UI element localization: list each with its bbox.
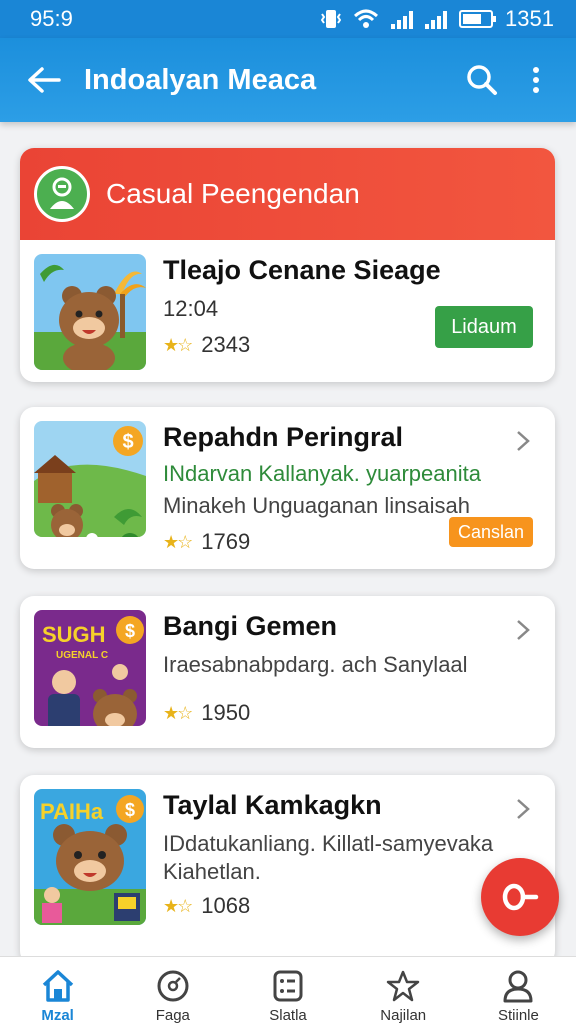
nav-label: Slatla [269, 1007, 307, 1024]
game-title: Tleajo Cenane Sieage [163, 255, 441, 285]
disc-icon [157, 970, 189, 1002]
featured-header: Casual Peengendan [20, 148, 555, 240]
rating-count: 2343 [201, 332, 251, 358]
nav-item-najilan[interactable]: Najilan [346, 957, 461, 1024]
svg-text:$: $ [125, 621, 135, 641]
status-bar: 95:9 1351 [0, 0, 576, 38]
chevron-right-icon[interactable] [511, 429, 535, 453]
nav-label: Najilan [380, 1007, 427, 1024]
star-rating-icon: ★☆ [163, 334, 193, 355]
more-vertical-icon [533, 67, 539, 93]
list-icon [273, 970, 303, 1002]
record-plus-icon [502, 883, 539, 911]
more-options-button[interactable] [516, 60, 556, 100]
vibrate-icon [321, 10, 342, 28]
nav-item-home[interactable]: Mzal [0, 957, 115, 1024]
game-row[interactable]: SUGH UGENAL C $ Bangi Gemen Iraesabnabpd… [20, 596, 555, 740]
floating-action-button[interactable] [481, 858, 559, 936]
chevron-right-icon[interactable] [511, 618, 535, 642]
app-bar: Indoalyan Meaca [0, 38, 576, 122]
home-icon [42, 970, 73, 1002]
game-thumbnail: PAIHa $ [34, 789, 146, 925]
battery-icon [459, 10, 497, 28]
arrow-left-icon [28, 67, 61, 93]
game-card[interactable]: PAIHa $ Taylal Kamkagkn IDdatukanliang. … [20, 775, 555, 965]
game-description: Iraesabnabpdarg. ach Sanylaal [163, 652, 468, 678]
star-rating-icon: ★☆ [163, 895, 193, 916]
signal-icon [391, 9, 414, 29]
rating-count: 1068 [201, 893, 251, 919]
signal-icon-2 [425, 9, 448, 29]
thumb-text: SUGH [42, 622, 106, 647]
featured-card[interactable]: Casual Peengendan Tleajo Cenane Sieage 1… [20, 148, 555, 382]
game-description: Minakeh Unguaganan linsaisah [163, 493, 470, 519]
game-description: IDdatukanliang. Killatl-samyevaka [163, 831, 494, 857]
rating-count: 1950 [201, 700, 251, 726]
game-subtitle: INdarvan Kallanyak. yuarpeanita [163, 461, 481, 487]
nav-label: Mzal [41, 1007, 74, 1024]
game-thumbnail: $ [34, 421, 146, 537]
thumb-subtext: UGENAL C [56, 650, 108, 661]
featured-game-row[interactable]: Tleajo Cenane Sieage 12:04 ★☆ 2343 Lidau… [20, 240, 555, 382]
category-icon [34, 166, 90, 222]
page-title: Indoalyan Meaca [84, 63, 317, 96]
thumb-text: PAIHa [40, 799, 104, 824]
game-card[interactable]: $ Repahdn Peringral INdarvan Kallanyak. … [20, 407, 555, 569]
user-icon [503, 970, 533, 1003]
bottom-navigation: Mzal Faga Slatla Najilan Stiinle [0, 956, 576, 1024]
star-rating-icon: ★☆ [163, 531, 193, 552]
rating-count: 1769 [201, 529, 251, 555]
nav-item-slatla[interactable]: Slatla [230, 957, 345, 1024]
nav-label: Stiinle [497, 1007, 539, 1024]
status-clock: 1351 [505, 6, 554, 31]
featured-title: Casual Peengendan [106, 178, 360, 209]
game-title: Taylal Kamkagkn [163, 790, 382, 820]
status-icons: 1351 [321, 6, 554, 32]
game-info: Bangi Gemen Iraesabnabpdarg. ach Sanylaa… [163, 610, 541, 726]
wifi-icon [354, 9, 379, 28]
svg-text:$: $ [122, 431, 133, 453]
download-button[interactable]: Lidaum [435, 306, 533, 348]
rating: ★☆ 1950 [163, 700, 541, 726]
chevron-right-icon[interactable] [511, 797, 535, 821]
nav-item-profile[interactable]: Stiinle [461, 957, 576, 1024]
search-icon [467, 65, 497, 95]
game-title: Repahdn Peringral [163, 422, 404, 452]
nav-label: Faga [155, 1007, 190, 1024]
search-button[interactable] [462, 60, 502, 100]
game-row[interactable]: $ Repahdn Peringral INdarvan Kallanyak. … [20, 407, 555, 569]
back-button[interactable] [24, 60, 64, 100]
game-card[interactable]: SUGH UGENAL C $ Bangi Gemen Iraesabnabpd… [20, 596, 555, 748]
svg-text:$: $ [125, 800, 135, 820]
status-time: 95:9 [30, 6, 73, 31]
game-title: Bangi Gemen [163, 611, 338, 641]
cancel-button[interactable]: Canslan [449, 517, 533, 547]
star-rating-icon: ★☆ [163, 702, 193, 723]
game-thumbnail: SUGH UGENAL C $ [34, 610, 146, 726]
game-row[interactable]: PAIHa $ Taylal Kamkagkn IDdatukanliang. … [20, 775, 555, 939]
game-thumbnail [34, 254, 146, 370]
nav-item-faga[interactable]: Faga [115, 957, 230, 1024]
star-icon [386, 970, 420, 1002]
